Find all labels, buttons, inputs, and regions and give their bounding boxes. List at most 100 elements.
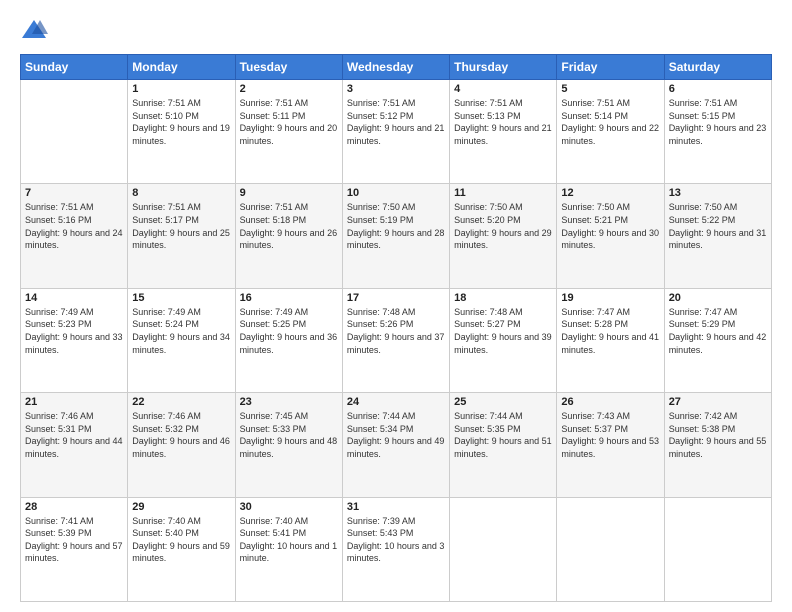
logo — [20, 16, 52, 44]
day-number: 14 — [25, 292, 123, 304]
calendar-day-cell: 9Sunrise: 7:51 AMSunset: 5:18 PMDaylight… — [235, 184, 342, 288]
day-info: Sunrise: 7:49 AMSunset: 5:23 PMDaylight:… — [25, 306, 123, 356]
day-info: Sunrise: 7:51 AMSunset: 5:10 PMDaylight:… — [132, 97, 230, 147]
day-number: 15 — [132, 292, 230, 304]
day-number: 8 — [132, 187, 230, 199]
weekday-header: Saturday — [664, 55, 771, 80]
weekday-header: Friday — [557, 55, 664, 80]
day-number: 11 — [454, 187, 552, 199]
calendar-day-cell: 22 Sunrise: 7:46 AMSunset: 5:32 PMDayligh… — [128, 393, 235, 497]
day-info: Sunrise: 7:39 AMSunset: 5:43 PMDaylight:… — [347, 515, 445, 565]
day-info: Sunrise: 7:51 AMSunset: 5:17 PMDaylight:… — [132, 201, 230, 251]
day-number: 10 — [347, 187, 445, 199]
calendar-day-cell: 29 Sunrise: 7:40 AMSunset: 5:40 PMDayligh… — [128, 497, 235, 601]
day-number: 31 — [347, 501, 445, 513]
weekday-header: Wednesday — [342, 55, 449, 80]
day-number: 26 — [561, 396, 659, 408]
calendar-day-cell: 17 Sunrise: 7:48 AMSunset: 5:26 PMDayligh… — [342, 288, 449, 392]
day-number: 1 — [132, 83, 230, 95]
weekday-header: Sunday — [21, 55, 128, 80]
day-info: Sunrise: 7:45 AMSunset: 5:33 PMDaylight:… — [240, 410, 338, 460]
day-number: 2 — [240, 83, 338, 95]
day-info: Sunrise: 7:47 AMSunset: 5:29 PMDaylight:… — [669, 306, 767, 356]
calendar-day-cell: 1 Sunrise: 7:51 AMSunset: 5:10 PMDaylight… — [128, 80, 235, 184]
weekday-header: Thursday — [450, 55, 557, 80]
calendar-day-cell: 30 Sunrise: 7:40 AMSunset: 5:41 PMDayligh… — [235, 497, 342, 601]
day-info: Sunrise: 7:40 AMSunset: 5:40 PMDaylight:… — [132, 515, 230, 565]
day-number: 20 — [669, 292, 767, 304]
day-info: Sunrise: 7:47 AMSunset: 5:28 PMDaylight:… — [561, 306, 659, 356]
calendar-day-cell: 5Sunrise: 7:51 AMSunset: 5:14 PMDaylight… — [557, 80, 664, 184]
calendar-day-cell: 16Sunrise: 7:49 AMSunset: 5:25 PMDayligh… — [235, 288, 342, 392]
day-info: Sunrise: 7:50 AMSunset: 5:22 PMDaylight:… — [669, 201, 767, 251]
calendar-table: SundayMondayTuesdayWednesdayThursdayFrid… — [20, 54, 772, 602]
day-info: Sunrise: 7:50 AMSunset: 5:20 PMDaylight:… — [454, 201, 552, 251]
calendar-day-cell — [664, 497, 771, 601]
day-info: Sunrise: 7:51 AMSunset: 5:13 PMDaylight:… — [454, 97, 552, 147]
calendar-day-cell — [21, 80, 128, 184]
calendar-day-cell: 25Sunrise: 7:44 AMSunset: 5:35 PMDayligh… — [450, 393, 557, 497]
day-number: 9 — [240, 187, 338, 199]
day-info: Sunrise: 7:51 AMSunset: 5:14 PMDaylight:… — [561, 97, 659, 147]
calendar-day-cell: 20 Sunrise: 7:47 AMSunset: 5:29 PMDayligh… — [664, 288, 771, 392]
day-info: Sunrise: 7:51 AMSunset: 5:16 PMDaylight:… — [25, 201, 123, 251]
calendar-day-cell: 13Sunrise: 7:50 AMSunset: 5:22 PMDayligh… — [664, 184, 771, 288]
day-number: 12 — [561, 187, 659, 199]
header — [20, 16, 772, 44]
day-number: 3 — [347, 83, 445, 95]
calendar-day-cell: 3 Sunrise: 7:51 AMSunset: 5:12 PMDaylight… — [342, 80, 449, 184]
calendar-day-cell — [450, 497, 557, 601]
weekday-header: Monday — [128, 55, 235, 80]
day-number: 22 — [132, 396, 230, 408]
calendar-day-cell: 31 Sunrise: 7:39 AMSunset: 5:43 PMDayligh… — [342, 497, 449, 601]
day-number: 6 — [669, 83, 767, 95]
day-number: 29 — [132, 501, 230, 513]
day-number: 24 — [347, 396, 445, 408]
calendar-day-cell: 27 Sunrise: 7:42 AMSunset: 5:38 PMDayligh… — [664, 393, 771, 497]
day-number: 30 — [240, 501, 338, 513]
calendar-day-cell: 6 Sunrise: 7:51 AMSunset: 5:15 PMDaylight… — [664, 80, 771, 184]
calendar-day-cell: 2 Sunrise: 7:51 AMSunset: 5:11 PMDaylight… — [235, 80, 342, 184]
calendar-day-cell: 26Sunrise: 7:43 AMSunset: 5:37 PMDayligh… — [557, 393, 664, 497]
calendar-day-cell: 8 Sunrise: 7:51 AMSunset: 5:17 PMDaylight… — [128, 184, 235, 288]
calendar-day-cell: 4 Sunrise: 7:51 AMSunset: 5:13 PMDaylight… — [450, 80, 557, 184]
calendar-day-cell: 15 Sunrise: 7:49 AMSunset: 5:24 PMDayligh… — [128, 288, 235, 392]
calendar-day-cell: 24 Sunrise: 7:44 AMSunset: 5:34 PMDayligh… — [342, 393, 449, 497]
calendar-week-row: 14 Sunrise: 7:49 AMSunset: 5:23 PMDayligh… — [21, 288, 772, 392]
calendar-day-cell: 11 Sunrise: 7:50 AMSunset: 5:20 PMDayligh… — [450, 184, 557, 288]
day-info: Sunrise: 7:48 AMSunset: 5:26 PMDaylight:… — [347, 306, 445, 356]
calendar-day-cell: 19 Sunrise: 7:47 AMSunset: 5:28 PMDayligh… — [557, 288, 664, 392]
calendar-header-row: SundayMondayTuesdayWednesdayThursdayFrid… — [21, 55, 772, 80]
logo-icon — [20, 16, 48, 44]
day-number: 28 — [25, 501, 123, 513]
day-info: Sunrise: 7:46 AMSunset: 5:32 PMDaylight:… — [132, 410, 230, 460]
calendar-week-row: 1 Sunrise: 7:51 AMSunset: 5:10 PMDaylight… — [21, 80, 772, 184]
day-number: 4 — [454, 83, 552, 95]
day-info: Sunrise: 7:40 AMSunset: 5:41 PMDaylight:… — [240, 515, 338, 565]
day-number: 7 — [25, 187, 123, 199]
day-number: 17 — [347, 292, 445, 304]
calendar-day-cell: 28 Sunrise: 7:41 AMSunset: 5:39 PMDayligh… — [21, 497, 128, 601]
day-info: Sunrise: 7:50 AMSunset: 5:21 PMDaylight:… — [561, 201, 659, 251]
day-info: Sunrise: 7:41 AMSunset: 5:39 PMDaylight:… — [25, 515, 123, 565]
calendar-day-cell: 12 Sunrise: 7:50 AMSunset: 5:21 PMDayligh… — [557, 184, 664, 288]
day-number: 16 — [240, 292, 338, 304]
day-info: Sunrise: 7:44 AMSunset: 5:34 PMDaylight:… — [347, 410, 445, 460]
day-info: Sunrise: 7:51 AMSunset: 5:12 PMDaylight:… — [347, 97, 445, 147]
day-info: Sunrise: 7:51 AMSunset: 5:11 PMDaylight:… — [240, 97, 338, 147]
calendar-day-cell: 10 Sunrise: 7:50 AMSunset: 5:19 PMDayligh… — [342, 184, 449, 288]
calendar-day-cell: 7 Sunrise: 7:51 AMSunset: 5:16 PMDaylight… — [21, 184, 128, 288]
day-number: 27 — [669, 396, 767, 408]
calendar-day-cell: 14 Sunrise: 7:49 AMSunset: 5:23 PMDayligh… — [21, 288, 128, 392]
day-number: 18 — [454, 292, 552, 304]
calendar-day-cell: 21Sunrise: 7:46 AMSunset: 5:31 PMDayligh… — [21, 393, 128, 497]
day-info: Sunrise: 7:49 AMSunset: 5:24 PMDaylight:… — [132, 306, 230, 356]
calendar-day-cell: 23Sunrise: 7:45 AMSunset: 5:33 PMDayligh… — [235, 393, 342, 497]
calendar-day-cell: 18 Sunrise: 7:48 AMSunset: 5:27 PMDayligh… — [450, 288, 557, 392]
day-info: Sunrise: 7:48 AMSunset: 5:27 PMDaylight:… — [454, 306, 552, 356]
day-info: Sunrise: 7:51 AMSunset: 5:15 PMDaylight:… — [669, 97, 767, 147]
day-info: Sunrise: 7:46 AMSunset: 5:31 PMDaylight:… — [25, 410, 123, 460]
day-info: Sunrise: 7:42 AMSunset: 5:38 PMDaylight:… — [669, 410, 767, 460]
day-number: 19 — [561, 292, 659, 304]
day-info: Sunrise: 7:50 AMSunset: 5:19 PMDaylight:… — [347, 201, 445, 251]
